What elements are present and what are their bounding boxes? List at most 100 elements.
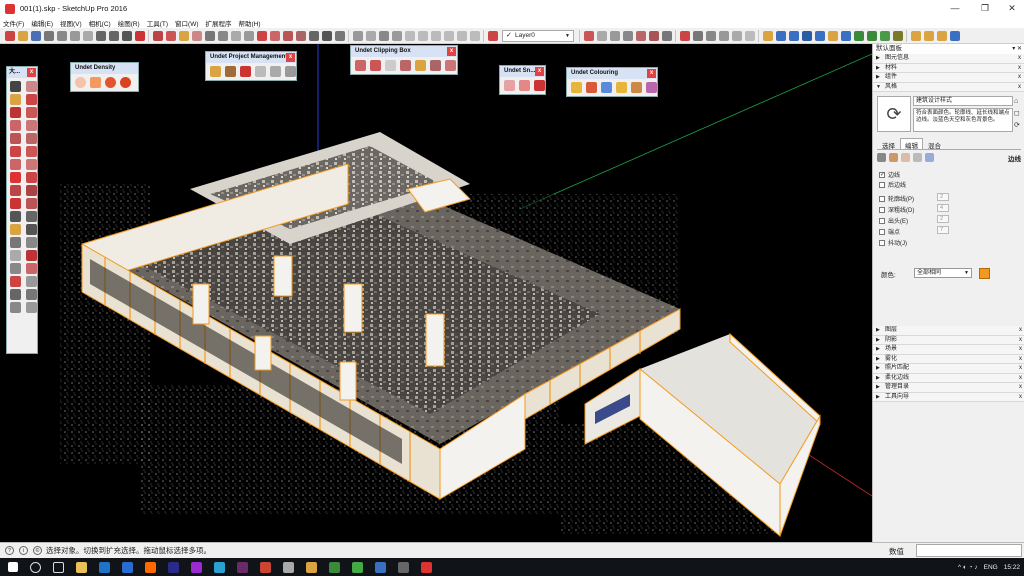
tab-select[interactable]: 选择 xyxy=(877,138,900,150)
close-icon[interactable]: x xyxy=(27,68,36,77)
option-edges[interactable]: ✓ 边线 xyxy=(879,170,900,179)
panel-components[interactable]: ▶ 组件 x xyxy=(873,73,1024,83)
style-description-field[interactable]: 符合表面颜色。轮廓线、延长线和端点边线。淡蓝色天空和灰色背景色。 xyxy=(913,108,1013,132)
tape-measure-icon[interactable] xyxy=(308,30,319,41)
extension-value[interactable]: 2 xyxy=(937,215,949,223)
panel-styles[interactable]: ▼ 风格 x xyxy=(873,82,1024,92)
share-model-icon[interactable] xyxy=(775,30,786,41)
panel-match-photo[interactable]: ▶ 照片匹配 x xyxy=(873,364,1024,374)
option-back-edges[interactable]: 后边线 xyxy=(879,180,906,189)
premiere-icon[interactable] xyxy=(168,561,179,573)
arc-icon[interactable] xyxy=(243,30,254,41)
position-camera-tool-icon[interactable] xyxy=(10,289,21,300)
close-icon[interactable]: x xyxy=(447,47,456,56)
text-icon[interactable] xyxy=(321,30,332,41)
profiles-value[interactable]: 2 xyxy=(937,193,949,201)
paint-bucket-icon[interactable] xyxy=(10,94,21,105)
undo-icon[interactable] xyxy=(285,66,296,77)
palette-header[interactable]: Undet Colouring x xyxy=(567,68,657,79)
zoom-extents-icon[interactable] xyxy=(391,30,402,41)
open-folder-icon[interactable] xyxy=(17,30,28,41)
polygon-tool-icon[interactable] xyxy=(26,133,37,144)
menu-help[interactable]: 帮助(H) xyxy=(239,18,261,28)
top-view-icon[interactable] xyxy=(417,30,428,41)
app-icon-blue[interactable] xyxy=(375,561,386,573)
close-icon[interactable]: x xyxy=(1019,364,1022,374)
panel-layers[interactable]: ▶ 图层 x xyxy=(873,326,1024,336)
move-tool-icon[interactable] xyxy=(10,172,21,183)
store-icon[interactable] xyxy=(122,561,133,573)
menu-draw[interactable]: 绘图(R) xyxy=(118,18,140,28)
panel-outliner[interactable]: ▶ 管理目录 x xyxy=(873,383,1024,393)
shaded-textures-icon[interactable] xyxy=(648,30,659,41)
close-icon[interactable]: x xyxy=(286,53,295,62)
section-plane-tool-icon[interactable] xyxy=(26,302,37,313)
dimension-icon[interactable] xyxy=(26,211,37,222)
warehouse-icon[interactable] xyxy=(762,30,773,41)
walk-tool-icon[interactable] xyxy=(10,302,21,313)
shaded-icon[interactable] xyxy=(635,30,646,41)
modeling-settings-icon[interactable] xyxy=(925,153,934,162)
photoshop-icon[interactable] xyxy=(214,561,225,573)
component-icon[interactable] xyxy=(26,94,37,105)
print-icon[interactable] xyxy=(121,30,132,41)
help-icon[interactable]: ? xyxy=(5,546,14,555)
cut-icon[interactable] xyxy=(43,30,54,41)
palette-header[interactable]: 大... x xyxy=(7,67,37,78)
menu-view[interactable]: 视图(V) xyxy=(60,18,82,28)
previous-view-icon[interactable] xyxy=(26,276,37,287)
position-camera-icon[interactable] xyxy=(744,30,755,41)
checkbox[interactable] xyxy=(879,195,885,202)
menu-camera[interactable]: 相机(C) xyxy=(89,18,111,28)
circle-tool-icon[interactable] xyxy=(10,133,21,144)
style-name-field[interactable]: 建筑设计样式 xyxy=(913,96,1013,106)
folder-icon[interactable] xyxy=(306,561,317,573)
colour-class-icon[interactable] xyxy=(616,82,627,93)
edge-settings-icon[interactable] xyxy=(877,153,886,162)
section-plane-icon[interactable] xyxy=(679,30,690,41)
three-point-arc-icon[interactable] xyxy=(10,159,21,170)
edge-color-swatch[interactable] xyxy=(979,268,990,279)
snap-line-icon[interactable] xyxy=(534,80,545,91)
file-explorer-icon[interactable] xyxy=(76,561,87,573)
follow-me-icon[interactable] xyxy=(26,185,37,196)
zoom-tool-icon[interactable] xyxy=(10,263,21,274)
app-icon-generic[interactable] xyxy=(283,561,294,573)
clipping-box-icon[interactable] xyxy=(355,60,366,71)
clip-reset-icon[interactable] xyxy=(385,60,396,71)
menu-tools[interactable]: 工具(T) xyxy=(147,18,168,28)
language-indicator[interactable]: ENG xyxy=(984,564,998,571)
axes-icon[interactable] xyxy=(334,30,345,41)
iso-view-icon[interactable] xyxy=(404,30,415,41)
orbit-tool-icon[interactable] xyxy=(10,250,21,261)
geo-location-icon[interactable] xyxy=(827,30,838,41)
snap-point-icon[interactable] xyxy=(504,80,515,91)
paint-bucket-icon[interactable] xyxy=(178,30,189,41)
back-view-icon[interactable] xyxy=(456,30,467,41)
scale-tool-icon[interactable] xyxy=(10,198,21,209)
rectangle-tool-icon[interactable] xyxy=(10,120,21,131)
panel-shadows[interactable]: ▶ 阴影 x xyxy=(873,335,1024,345)
palette-header[interactable]: Undet Sn... x xyxy=(500,66,545,77)
undo-icon[interactable] xyxy=(95,30,106,41)
menu-extensions[interactable]: 扩展程序 xyxy=(206,18,232,28)
settings-icon[interactable] xyxy=(255,66,266,77)
checkbox[interactable] xyxy=(879,239,885,246)
chat-icon[interactable] xyxy=(329,561,340,573)
minimize-button[interactable]: — xyxy=(940,0,970,17)
walk-icon[interactable] xyxy=(718,30,729,41)
rotate-icon[interactable] xyxy=(282,30,293,41)
checkbox[interactable] xyxy=(879,228,885,235)
colour-rgb-icon[interactable] xyxy=(571,82,582,93)
scale-icon[interactable] xyxy=(295,30,306,41)
layer-manager-icon[interactable] xyxy=(487,30,498,41)
menu-window[interactable]: 窗口(W) xyxy=(175,18,198,28)
move-icon[interactable] xyxy=(269,30,280,41)
remove-cloud-icon[interactable] xyxy=(240,66,251,77)
option-depth-cue[interactable]: 深粗线(D) 4 xyxy=(879,204,949,214)
left-view-icon[interactable] xyxy=(469,30,480,41)
toggle-terrain-icon[interactable] xyxy=(853,30,864,41)
protractor-icon[interactable] xyxy=(10,224,21,235)
option-jitter[interactable]: 抖动(J) xyxy=(879,238,907,247)
wechat-icon[interactable] xyxy=(352,561,363,573)
